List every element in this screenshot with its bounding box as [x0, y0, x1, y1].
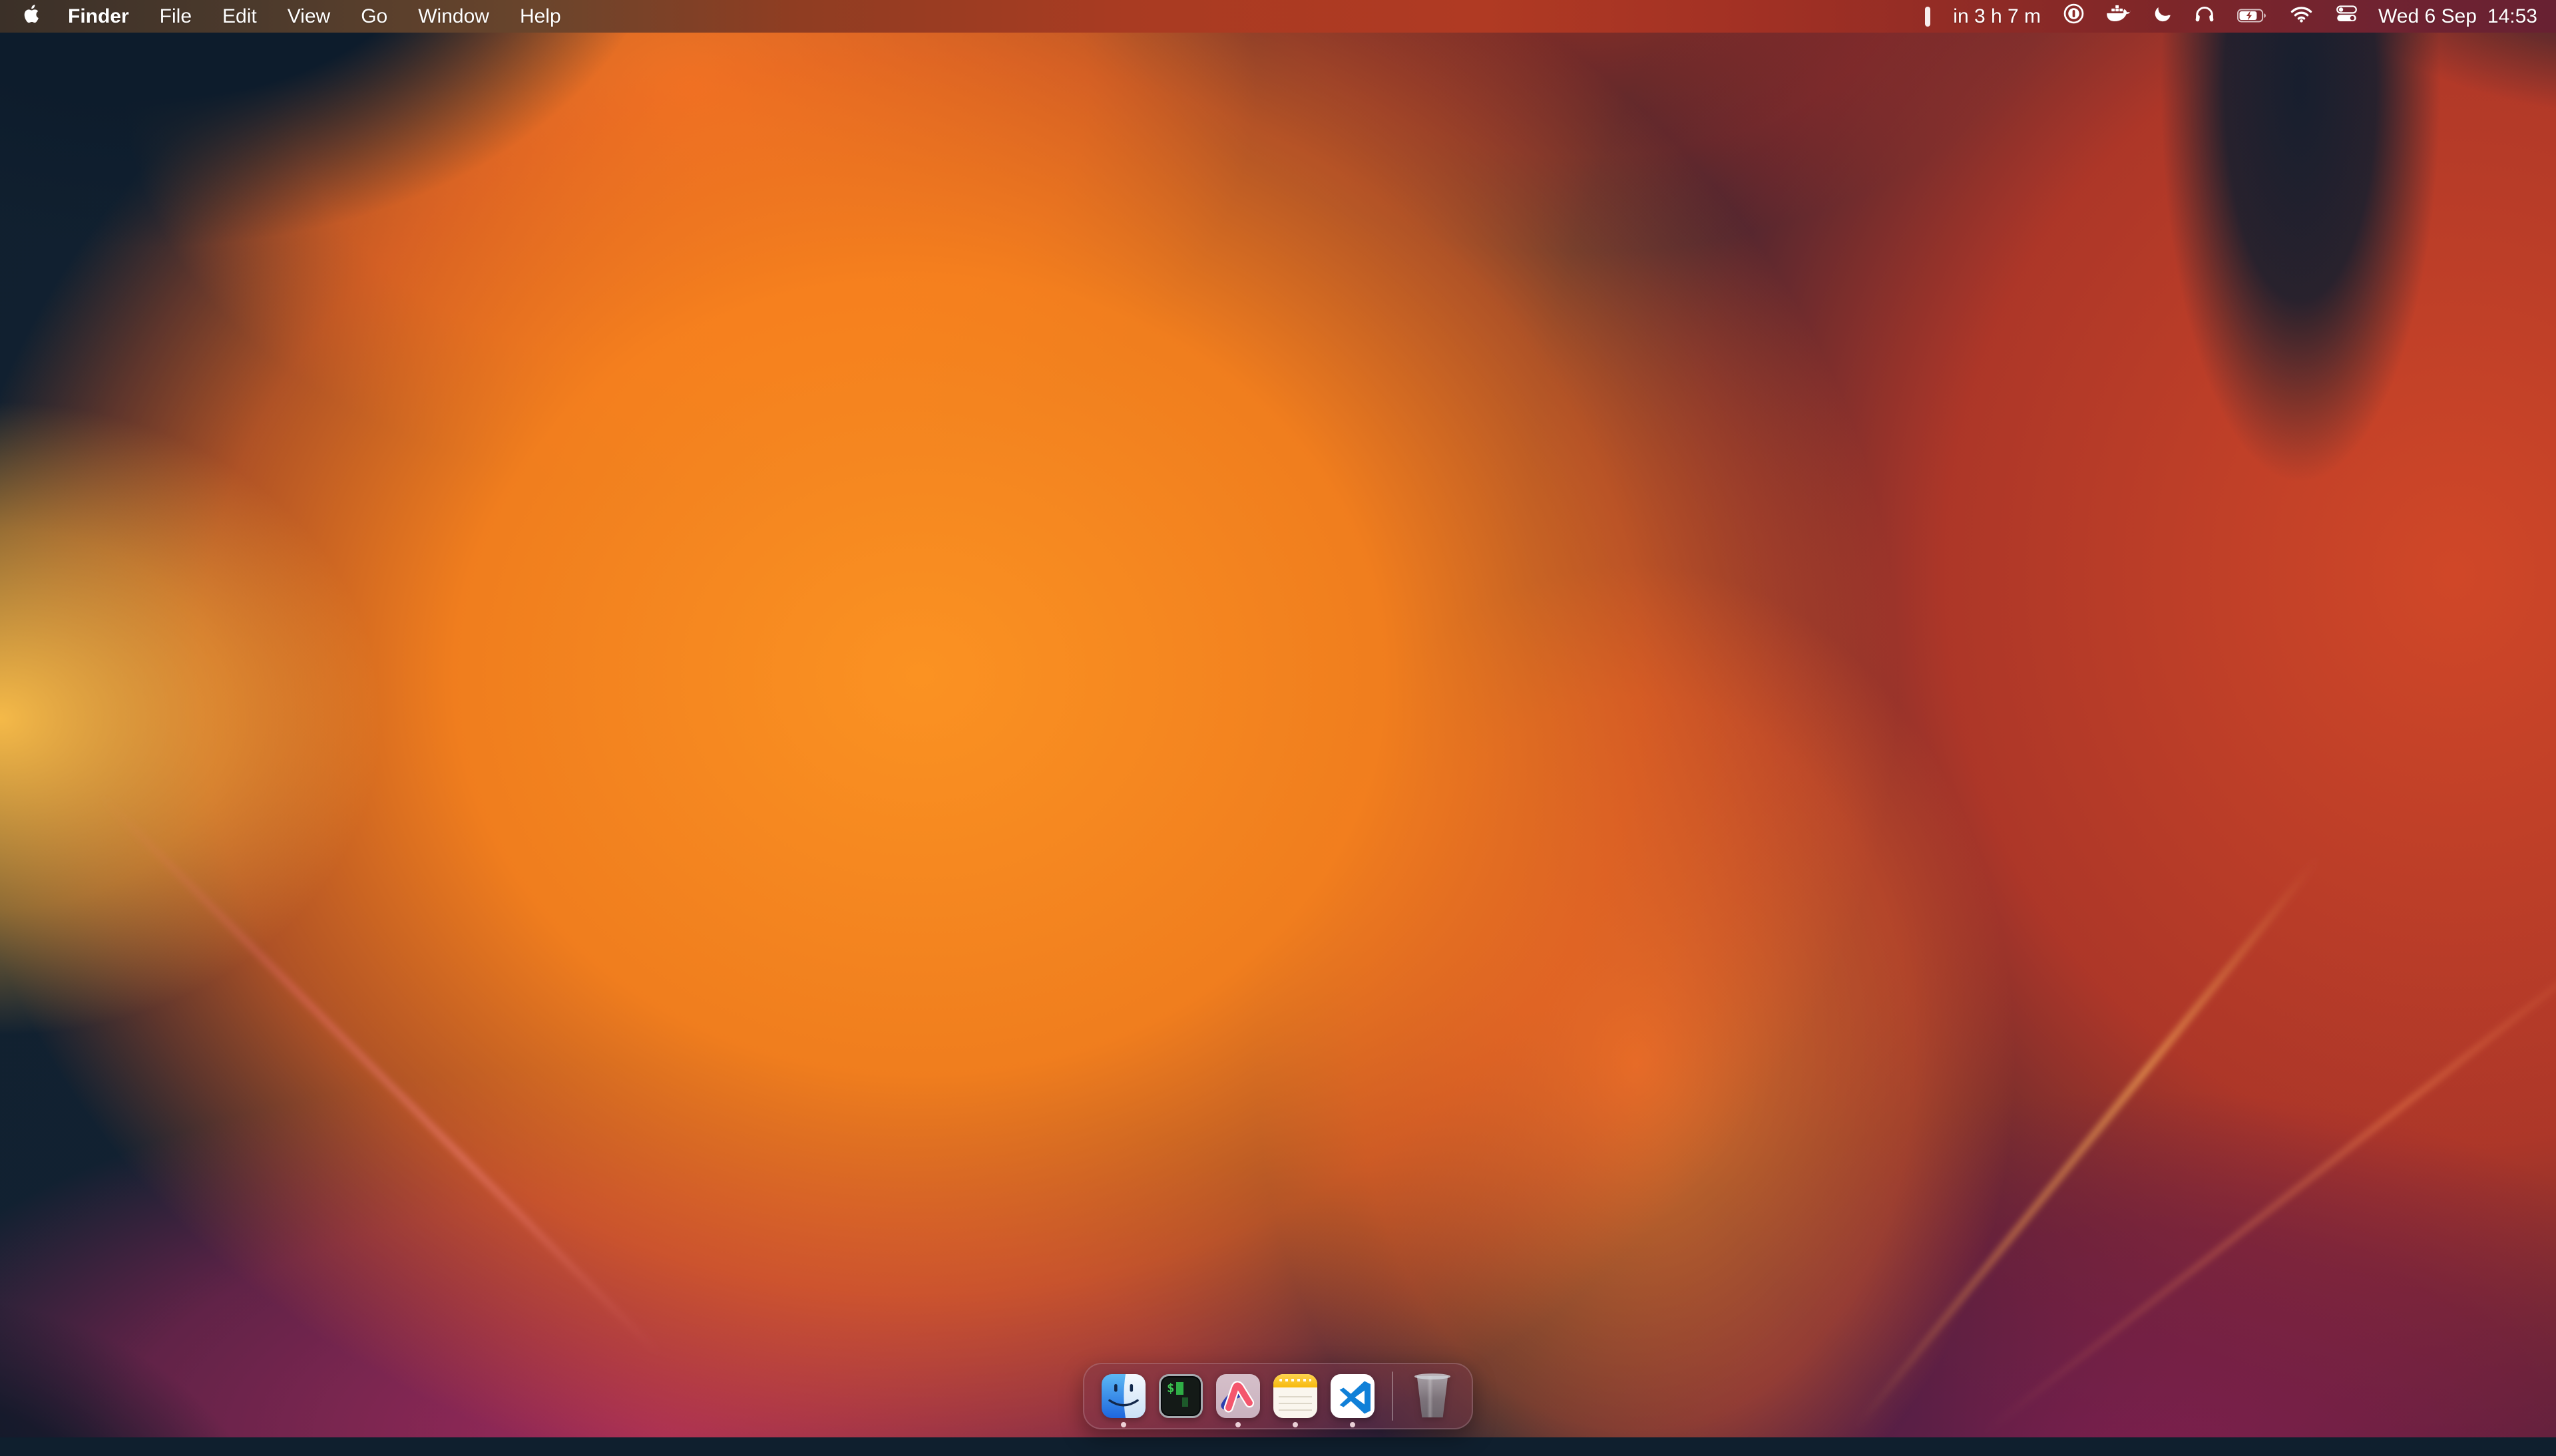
arc-icon — [1216, 1374, 1260, 1418]
notes-rule-line — [1279, 1409, 1312, 1411]
vscode-icon — [1331, 1374, 1375, 1418]
menu-item-window[interactable]: Window — [403, 0, 505, 33]
menu-extra-battery[interactable] — [2226, 0, 2278, 33]
terminal-icon: $ — [1159, 1374, 1203, 1418]
menu-extra-1password[interactable] — [2052, 0, 2095, 33]
dock-panel: $ — [1083, 1363, 1473, 1429]
clock-time: 14:53 — [2487, 5, 2537, 28]
focus-moon-icon — [2153, 5, 2172, 29]
headphones-icon — [2195, 5, 2215, 28]
finder-icon — [1102, 1374, 1146, 1418]
menu-item-finder[interactable]: Finder — [53, 0, 144, 33]
dock-item-arc[interactable] — [1216, 1363, 1260, 1429]
control-center-icon — [2336, 5, 2358, 28]
battery-charging-icon — [2237, 5, 2267, 28]
running-indicator — [1350, 1422, 1355, 1427]
menu-bar-status-area: in 3 h 7 m — [1914, 0, 2556, 33]
dock-item-terminal[interactable]: $ — [1159, 1363, 1203, 1429]
menu-item-edit[interactable]: Edit — [207, 0, 272, 33]
terminal-cursor — [1176, 1382, 1183, 1395]
notes-rule-line — [1279, 1396, 1312, 1397]
clock-date: Wed 6 Sep — [2378, 5, 2477, 28]
running-indicator — [1235, 1422, 1241, 1427]
wifi-icon — [2290, 5, 2313, 28]
docker-whale-icon — [2107, 5, 2131, 28]
trash-icon — [1412, 1373, 1452, 1419]
wallpaper-highlight-ridge — [1855, 779, 2384, 1429]
trash-body — [1414, 1376, 1450, 1417]
menu-item-view[interactable]: View — [272, 0, 345, 33]
menu-extra-wifi[interactable] — [2278, 0, 2324, 33]
running-indicator — [1293, 1422, 1298, 1427]
menu-item-go[interactable]: Go — [345, 0, 403, 33]
menu-bar: Finder File Edit View Go Window Help in … — [0, 0, 2556, 33]
apple-menu[interactable] — [0, 0, 53, 33]
notes-perforation — [1279, 1379, 1311, 1381]
apple-icon — [23, 4, 39, 29]
wallpaper-highlight-ridge — [98, 793, 761, 1455]
vertical-bar-icon — [1925, 7, 1930, 27]
dock-item-finder[interactable] — [1102, 1363, 1146, 1429]
menu-item-help[interactable]: Help — [505, 0, 576, 33]
menu-clock[interactable]: Wed 6 Sep 14:53 — [2369, 5, 2537, 28]
menu-extra-docker[interactable] — [2095, 0, 2142, 33]
terminal-dim-text — [1182, 1397, 1188, 1407]
wallpaper-highlight-ridge — [1982, 878, 2556, 1435]
menu-bar-left: Finder File Edit View Go Window Help — [0, 0, 576, 33]
menu-extra-headphones[interactable] — [2183, 0, 2226, 33]
running-indicator — [1121, 1422, 1126, 1427]
onepassword-icon — [2063, 3, 2084, 29]
notes-rule-line — [1279, 1403, 1312, 1404]
menu-extra-countdown[interactable]: in 3 h 7 m — [1942, 0, 2052, 33]
countdown-text: in 3 h 7 m — [1953, 5, 2041, 28]
dock-separator[interactable] — [1392, 1371, 1393, 1421]
menu-item-file[interactable]: File — [144, 0, 207, 33]
dock: $ — [0, 1363, 2556, 1429]
notes-icon — [1273, 1374, 1317, 1418]
trash-rim — [1414, 1373, 1450, 1379]
dock-item-trash[interactable] — [1410, 1363, 1454, 1429]
menu-extra-focus[interactable] — [2142, 0, 2183, 33]
desktop-wallpaper[interactable] — [0, 0, 2556, 1437]
terminal-prompt: $ — [1167, 1381, 1174, 1395]
control-center-button[interactable] — [2324, 0, 2369, 33]
dock-item-notes[interactable] — [1273, 1363, 1317, 1429]
hidden-bar-separator-icon[interactable] — [1914, 0, 1942, 33]
dock-item-vscode[interactable] — [1331, 1363, 1375, 1429]
